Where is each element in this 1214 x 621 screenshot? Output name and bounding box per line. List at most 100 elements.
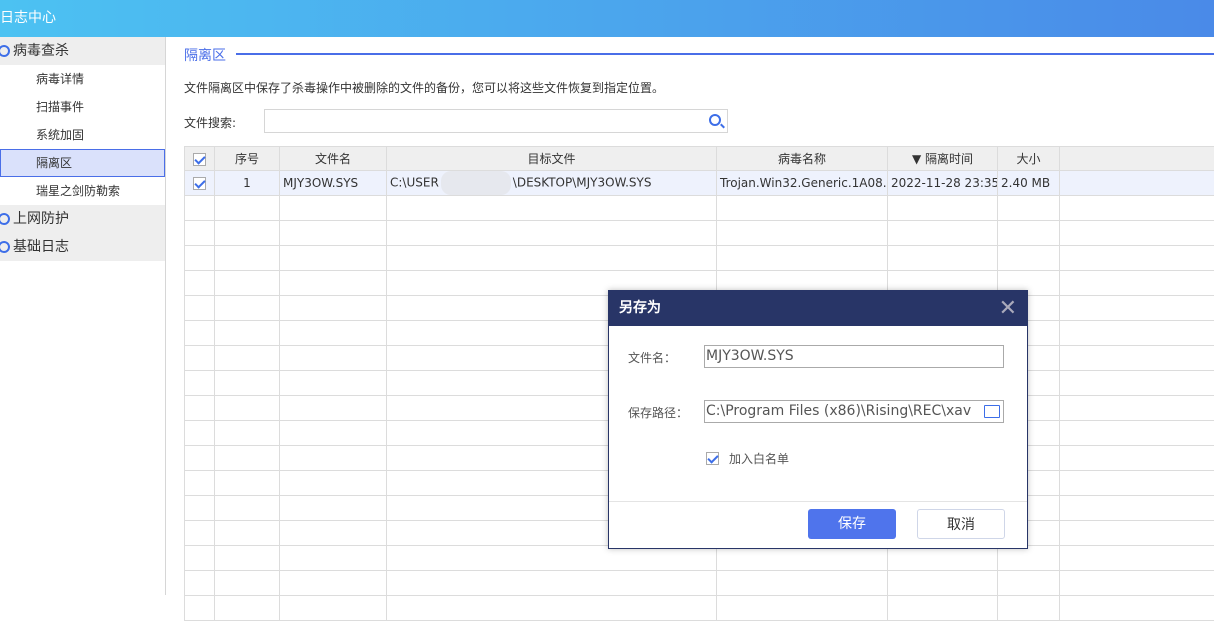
sidebar-item-system-hardening[interactable]: 系统加固 — [0, 121, 165, 149]
empty-cell — [185, 521, 215, 546]
basic-logs-icon — [0, 241, 10, 253]
sidebar-section-web-protection[interactable]: 上网防护 — [0, 205, 165, 233]
path-value: C:\Program Files (x86)\Rising\REC\xav — [706, 403, 971, 419]
window-title: 日志中心 — [0, 10, 56, 26]
row-size: 2.40 MB — [998, 171, 1060, 196]
empty-cell — [185, 471, 215, 496]
dialog-title: 另存为 — [619, 300, 661, 316]
header-target[interactable]: 目标文件 — [387, 147, 717, 171]
empty-cell — [280, 321, 387, 346]
empty-cell — [1060, 396, 1214, 421]
header-index[interactable]: 序号 — [215, 147, 280, 171]
empty-cell — [215, 496, 280, 521]
dialog-footer-divider — [609, 501, 1027, 502]
empty-cell — [215, 246, 280, 271]
empty-cell — [185, 271, 215, 296]
empty-cell — [215, 571, 280, 596]
empty-row — [185, 246, 1214, 271]
empty-cell — [1060, 296, 1214, 321]
empty-cell — [185, 496, 215, 521]
sidebar-item-scan-events[interactable]: 扫描事件 — [0, 93, 165, 121]
row-empty — [1060, 171, 1214, 196]
row-time: 2022-11-28 23:35 — [888, 171, 998, 196]
select-all-checkbox[interactable] — [185, 147, 215, 171]
section-label: 上网防护 — [13, 205, 69, 233]
empty-cell — [888, 246, 998, 271]
path-input[interactable]: C:\Program Files (x86)\Rising\REC\xav — [704, 400, 1004, 423]
empty-cell — [215, 221, 280, 246]
empty-cell — [1060, 321, 1214, 346]
empty-cell — [185, 546, 215, 571]
empty-cell — [280, 546, 387, 571]
empty-cell — [998, 196, 1060, 221]
row-checkbox[interactable] — [185, 171, 215, 196]
empty-cell — [888, 596, 998, 621]
search-icon[interactable] — [709, 114, 721, 126]
save-button[interactable]: 保存 — [808, 509, 896, 539]
section-label: 基础日志 — [13, 233, 69, 261]
empty-cell — [888, 221, 998, 246]
whitelist-label: 加入白名单 — [729, 450, 789, 467]
empty-cell — [1060, 496, 1214, 521]
checkbox-icon[interactable] — [706, 452, 719, 465]
path-label: 保存路径： — [628, 404, 688, 421]
empty-cell — [280, 221, 387, 246]
empty-cell — [387, 596, 717, 621]
whitelist-checkbox[interactable]: 加入白名单 — [706, 450, 789, 467]
section-label: 病毒查杀 — [13, 37, 69, 65]
header-virus[interactable]: 病毒名称 — [717, 147, 888, 171]
description: 文件隔离区中保存了杀毒操作中被删除的文件的备份，您可以将这些文件恢复到指定位置。 — [184, 79, 664, 96]
empty-cell — [387, 196, 717, 221]
empty-cell — [185, 321, 215, 346]
empty-cell — [185, 196, 215, 221]
sidebar-item-virus-details[interactable]: 病毒详情 — [0, 65, 165, 93]
empty-cell — [717, 571, 888, 596]
empty-cell — [387, 221, 717, 246]
file-search-input[interactable] — [264, 109, 728, 133]
empty-cell — [888, 571, 998, 596]
empty-cell — [1060, 596, 1214, 621]
empty-cell — [185, 246, 215, 271]
empty-cell — [998, 596, 1060, 621]
empty-cell — [280, 371, 387, 396]
empty-cell — [185, 421, 215, 446]
row-filename: MJY3OW.SYS — [280, 171, 387, 196]
empty-cell — [280, 471, 387, 496]
sidebar-item-ransomware-protection[interactable]: 瑞星之剑防勒索 — [0, 177, 165, 205]
empty-cell — [1060, 421, 1214, 446]
row-target: C:\USER\DESKTOP\MJY3OW.SYS — [387, 171, 717, 196]
table-row[interactable]: 1 MJY3OW.SYS C:\USER\DESKTOP\MJY3OW.SYS … — [185, 171, 1214, 196]
close-icon[interactable]: ✕ — [999, 291, 1017, 326]
target-suffix: \DESKTOP\MJY3OW.SYS — [513, 176, 652, 190]
header-time[interactable]: ▼ 隔离时间 — [888, 147, 998, 171]
empty-row — [185, 196, 1214, 221]
empty-cell — [215, 346, 280, 371]
sidebar-item-quarantine[interactable]: 隔离区 — [0, 149, 165, 177]
empty-cell — [185, 221, 215, 246]
sidebar-section-basic-logs[interactable]: 基础日志 — [0, 233, 165, 261]
empty-cell — [215, 471, 280, 496]
empty-cell — [1060, 346, 1214, 371]
empty-cell — [215, 521, 280, 546]
empty-cell — [280, 246, 387, 271]
empty-cell — [387, 546, 717, 571]
web-protection-icon — [0, 213, 10, 225]
empty-cell — [280, 396, 387, 421]
empty-cell — [1060, 546, 1214, 571]
empty-cell — [1060, 571, 1214, 596]
header-filename[interactable]: 文件名 — [280, 147, 387, 171]
filename-input[interactable]: MJY3OW.SYS — [704, 345, 1004, 368]
empty-cell — [717, 596, 888, 621]
empty-cell — [280, 421, 387, 446]
folder-icon[interactable] — [984, 405, 1000, 418]
empty-cell — [280, 296, 387, 321]
dialog-header: 另存为 ✕ — [609, 291, 1027, 326]
header-size[interactable]: 大小 — [998, 147, 1060, 171]
title-bar: 日志中心 — [0, 0, 1214, 37]
sidebar-section-virus-scan[interactable]: 病毒查杀 — [0, 37, 165, 65]
cancel-button[interactable]: 取消 — [917, 509, 1005, 539]
empty-row — [185, 546, 1214, 571]
empty-cell — [717, 196, 888, 221]
empty-cell — [998, 571, 1060, 596]
empty-cell — [280, 446, 387, 471]
